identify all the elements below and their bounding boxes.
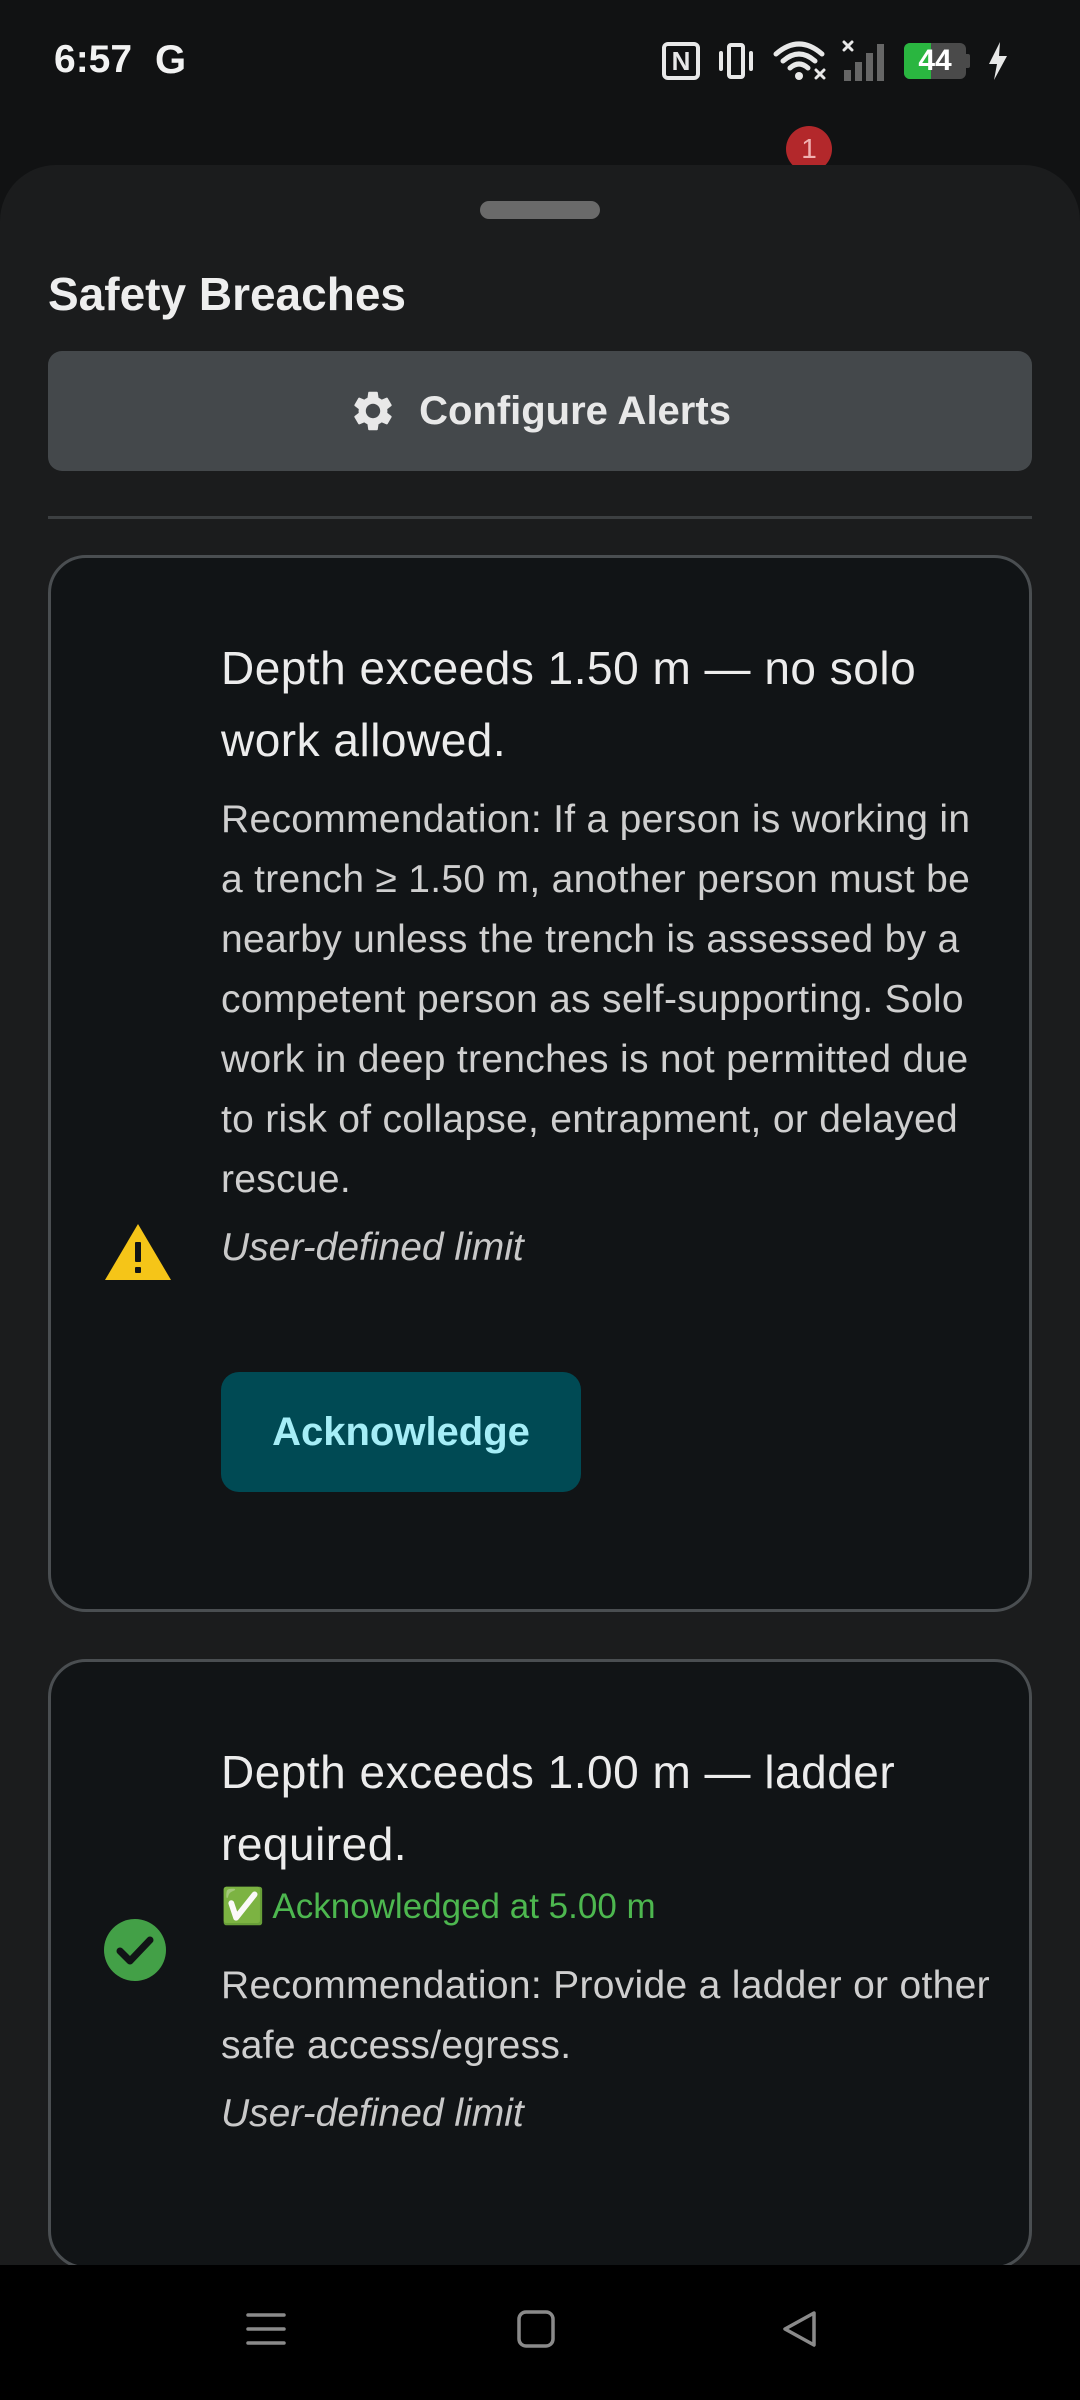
charging-icon xyxy=(989,42,1007,80)
safety-breaches-sheet: Safety Breaches Configure Alerts Depth e… xyxy=(0,165,1080,2265)
breach-recommendation: Recommendation: If a person is working i… xyxy=(221,798,971,1201)
battery-icon: 44 xyxy=(904,43,970,79)
breach-card: Depth exceeds 1.00 m — ladder required. … xyxy=(48,1659,1032,2265)
acknowledge-label: Acknowledge xyxy=(272,1409,530,1454)
wifi-icon xyxy=(773,41,826,80)
sheet-title: Safety Breaches xyxy=(48,268,406,320)
breach-title: Depth exceeds 1.00 m — ladder required. xyxy=(221,1746,896,1870)
battery-percent: 44 xyxy=(918,44,952,77)
status-time: 6:57 xyxy=(54,38,133,81)
warning-icon xyxy=(105,1224,171,1280)
configure-alerts-label: Configure Alerts xyxy=(419,388,731,433)
divider xyxy=(48,516,1032,519)
sheet-drag-handle[interactable] xyxy=(480,201,600,219)
vibrate-icon xyxy=(716,41,756,81)
acknowledged-status: ✅ Acknowledged at 5.00 m xyxy=(221,1887,656,1926)
acknowledge-button[interactable]: Acknowledge xyxy=(221,1372,581,1492)
breach-limit-label: User-defined limit xyxy=(221,2092,524,2135)
status-bar: 6:57 G N 44 xyxy=(0,0,1080,125)
configure-alerts-button[interactable]: Configure Alerts xyxy=(48,351,1032,471)
breach-recommendation: Recommendation: Provide a ladder or othe… xyxy=(221,1964,990,2067)
system-nav-bar xyxy=(0,2265,1080,2400)
check-circle-icon xyxy=(104,1919,166,1981)
signal-icon xyxy=(842,40,884,81)
gear-icon xyxy=(354,391,392,431)
google-icon: G xyxy=(155,38,187,82)
status-icons: N 44 xyxy=(662,38,1010,84)
nfc-icon: N xyxy=(662,42,700,80)
app-screen: 6:57 G N 44 1 Safety Breaches Configure … xyxy=(0,0,1080,2400)
breach-title: Depth exceeds 1.50 m — no solo work allo… xyxy=(221,642,917,766)
menu-icon[interactable] xyxy=(246,2309,286,2349)
breach-limit-label: User-defined limit xyxy=(221,1226,524,1269)
breach-card: Depth exceeds 1.50 m — no solo work allo… xyxy=(48,555,1032,1612)
home-icon[interactable] xyxy=(516,2309,556,2349)
back-icon[interactable] xyxy=(780,2309,820,2349)
